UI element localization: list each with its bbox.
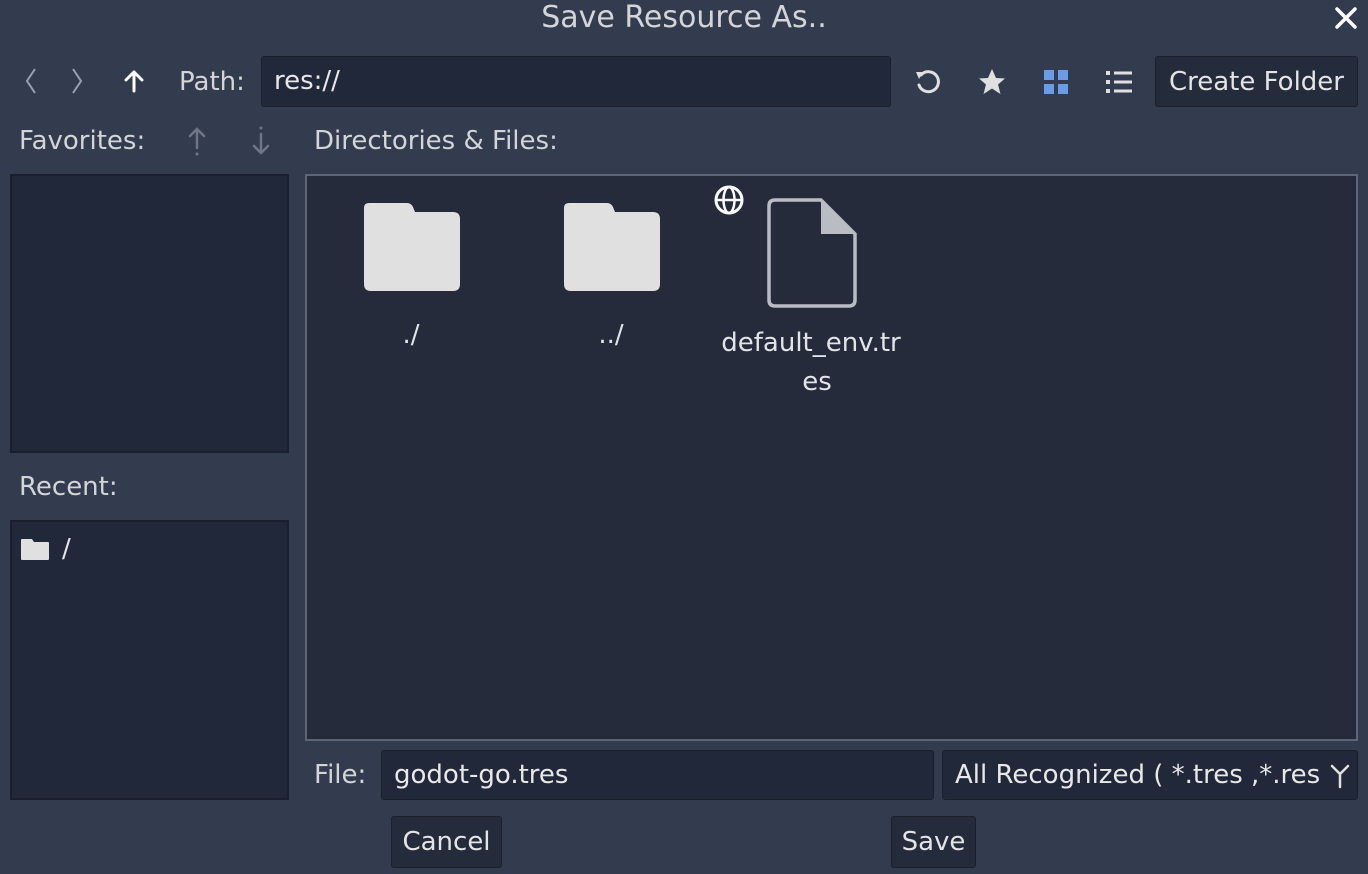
favorite-move-up-button[interactable] [182, 122, 212, 160]
file-icon [767, 198, 857, 308]
arrow-up-icon [124, 70, 144, 93]
recent-item[interactable]: / [20, 534, 71, 564]
refresh-icon [916, 70, 940, 94]
chevron-right-icon [72, 68, 83, 94]
file-item-current-dir[interactable]: ./ [311, 202, 511, 382]
favorite-button[interactable] [972, 62, 1012, 102]
cancel-button[interactable]: Cancel [391, 816, 502, 868]
close-button[interactable] [1330, 2, 1362, 34]
recent-list[interactable]: / [10, 520, 289, 800]
favorites-label: Favorites: [19, 126, 146, 156]
grid-icon [1044, 70, 1068, 94]
folder-icon [21, 539, 49, 560]
file-item-label: ./ [402, 320, 420, 350]
file-item-parent-dir[interactable]: ../ [511, 202, 711, 382]
grid-view-button[interactable] [1036, 62, 1076, 102]
recent-item-label: / [62, 534, 71, 564]
filter-dropdown[interactable]: All Recognized ( *.tres ,*.res [942, 750, 1358, 800]
path-label: Path: [179, 67, 245, 97]
path-input[interactable]: res:// [261, 56, 891, 107]
favorite-move-down-button[interactable] [246, 122, 276, 160]
file-item-label-line1: default_env.tr [721, 328, 901, 358]
star-icon [979, 69, 1005, 94]
file-name-input[interactable]: godot-go.tres [381, 750, 934, 800]
file-browser[interactable]: ./ ../ default_env.tr es [305, 174, 1358, 741]
chevron-left-icon [25, 68, 36, 94]
list-view-button[interactable] [1099, 62, 1139, 102]
globe-icon [714, 185, 744, 215]
create-folder-button[interactable]: Create Folder [1155, 56, 1358, 107]
file-item-label: ../ [598, 320, 624, 350]
save-button[interactable]: Save [891, 816, 976, 868]
back-button[interactable] [14, 62, 48, 100]
file-label: File: [314, 760, 367, 790]
list-icon [1106, 71, 1132, 93]
dropdown-arrows-icon [1330, 764, 1350, 789]
close-icon [1335, 7, 1357, 29]
arrow-down-icon [252, 126, 270, 155]
file-item-default-env[interactable]: default_env.tr es [711, 184, 911, 404]
dialog-title: Save Resource As.. [541, 0, 827, 35]
file-item-label-line2: es [802, 367, 832, 397]
files-label: Directories & Files: [314, 126, 558, 156]
folder-icon [564, 203, 660, 291]
favorites-list[interactable] [10, 174, 289, 453]
forward-button[interactable] [60, 62, 94, 100]
recent-label: Recent: [19, 472, 118, 502]
folder-icon [364, 203, 460, 291]
filter-dropdown-value: All Recognized ( *.tres ,*.res [955, 760, 1321, 790]
refresh-button[interactable] [908, 62, 948, 102]
parent-folder-button[interactable] [116, 62, 152, 100]
arrow-up-icon [188, 127, 206, 156]
